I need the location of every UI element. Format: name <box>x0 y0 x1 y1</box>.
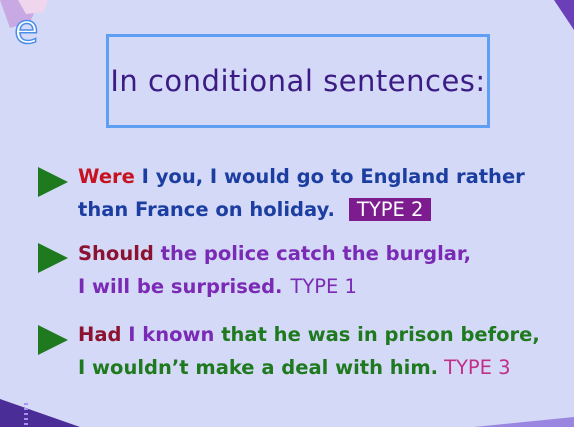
item-1-line-1: Were I you, I would go to England rather <box>78 165 525 188</box>
item-2-text: the police catch the burglar, <box>153 242 472 265</box>
arrow-icon <box>38 167 68 197</box>
item-3-keyword: Had <box>78 323 122 346</box>
item-1-line-2: than France on holiday. TYPE 2 <box>78 198 432 221</box>
item-3-line-1: Had I known that he was in prison before… <box>78 323 540 346</box>
type-label: TYPE 1 <box>290 275 357 298</box>
arrow-icon <box>38 325 68 355</box>
item-2-line-1: Should the police catch the burglar, <box>78 242 471 265</box>
item-1-text: I you, I would go to England rather <box>134 165 525 188</box>
item-2-line-2: I will be surprised. TYPE 1 <box>78 275 357 298</box>
item-1-keyword: Were <box>78 165 135 188</box>
item-3-subject: I known <box>121 323 215 346</box>
corner-decoration-bottom-left <box>0 399 80 427</box>
corner-decoration-bottom-right <box>474 417 574 427</box>
item-2-text-cont: I will be surprised. <box>78 275 283 298</box>
type-badge: TYPE 2 <box>348 198 432 221</box>
logo: e <box>13 7 39 53</box>
title-box: In conditional sentences: <box>106 34 490 128</box>
type-label: TYPE 3 <box>444 356 511 379</box>
arrow-icon <box>38 243 68 273</box>
item-2-keyword: Should <box>78 242 154 265</box>
item-1-text-cont: than France on holiday. <box>78 198 335 221</box>
dotted-line-decoration <box>24 403 28 425</box>
item-3-line-2: I wouldn’t make a deal with him. TYPE 3 <box>78 356 511 379</box>
item-3-text: that he was in prison before, <box>214 323 540 346</box>
corner-decoration-top-right <box>554 0 574 30</box>
page-title: In conditional sentences: <box>110 64 486 98</box>
item-3-text-cont: I wouldn’t make a deal with him. <box>78 356 439 379</box>
